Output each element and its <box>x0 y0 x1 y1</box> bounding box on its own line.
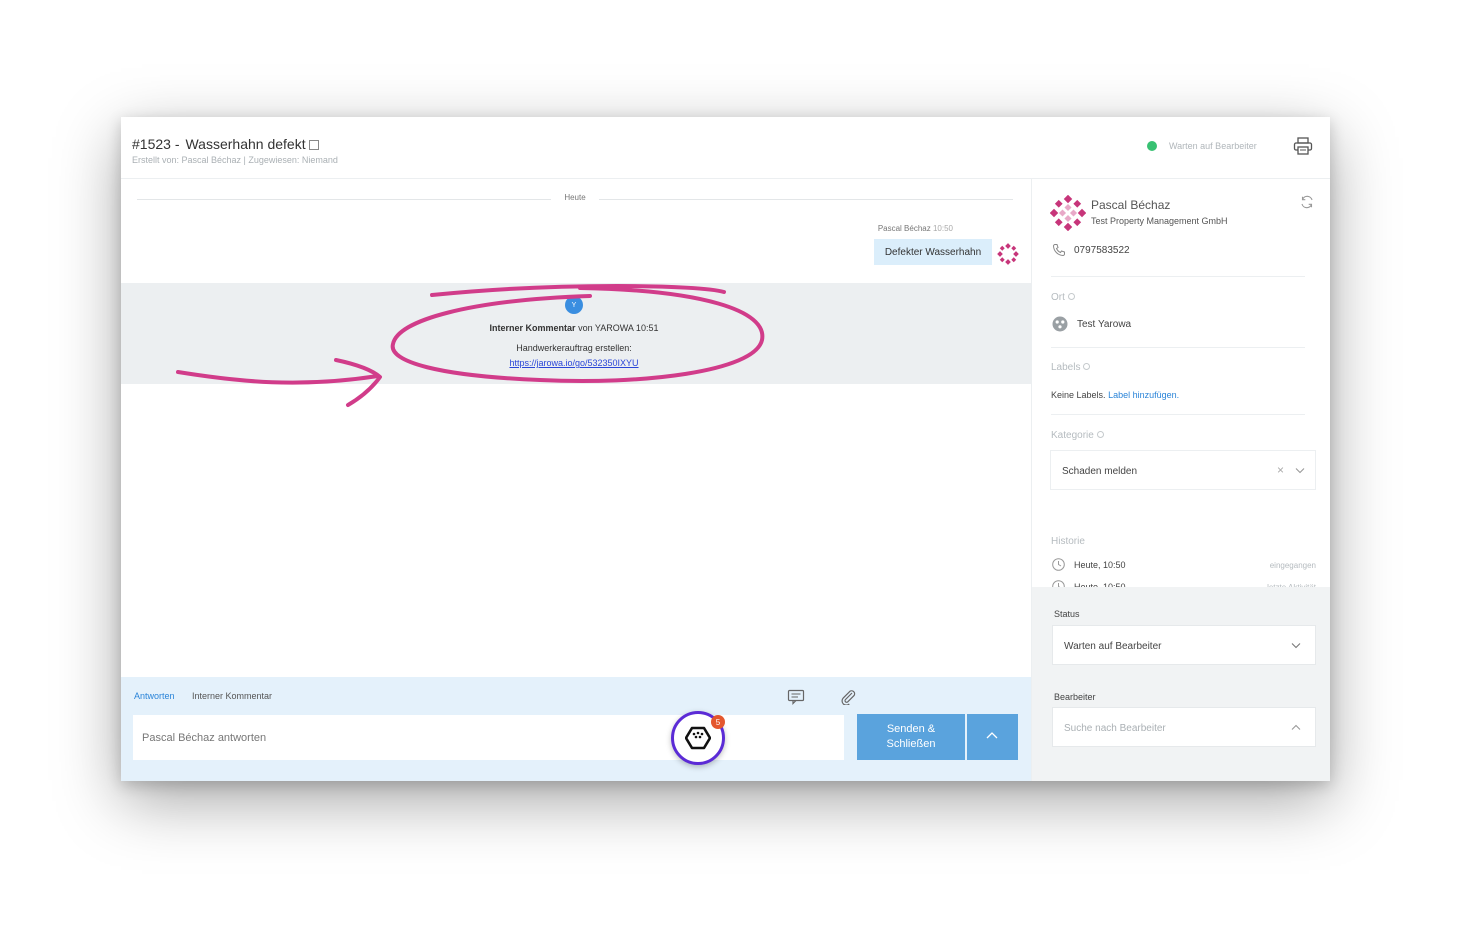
clock-icon <box>1052 558 1065 571</box>
notification-badge: 5 <box>711 715 725 729</box>
status-select-value: Warten auf Bearbeiter <box>1064 641 1162 652</box>
bearbeiter-field-label: Bearbeiter <box>1054 692 1096 702</box>
day-divider-label: Heute <box>551 193 599 202</box>
info-icon[interactable] <box>1067 293 1075 300</box>
history-time: Heute, 10:50 <box>1074 560 1126 570</box>
reply-composer: Antworten Interner Kommentar Senden & Sc… <box>121 677 1031 781</box>
info-icon[interactable] <box>1096 431 1104 438</box>
internal-comment-label: Interner Kommentar <box>489 323 576 333</box>
status-select[interactable]: Warten auf Bearbeiter <box>1052 625 1316 665</box>
historie-section-label: Historie <box>1051 536 1085 547</box>
message-time: 10:50 <box>932 224 953 233</box>
tab-internal-comment[interactable]: Interner Kommentar <box>192 691 272 701</box>
message-meta: Pascal Béchaz 10:50 <box>821 224 953 233</box>
contact-logo-icon <box>1050 195 1086 231</box>
bearbeiter-select[interactable]: Suche nach Bearbeiter <box>1052 707 1316 747</box>
conversation-panel[interactable]: Heute Pascal Béchaz 10:50 Defekter Wasse… <box>121 179 1031 677</box>
ticket-sidebar: Pascal Béchaz Test Property Management G… <box>1031 179 1330 781</box>
kategorie-select[interactable]: Schaden melden × <box>1050 450 1316 490</box>
work-order-link[interactable]: https://jarowa.io/go/532350IXYU <box>371 358 777 368</box>
internal-comment-header: Interner Kommentar von YAROWA 10:51 <box>371 323 777 333</box>
chevron-up-icon <box>986 732 998 739</box>
kategorie-label: Kategorie <box>1051 430 1094 441</box>
refresh-icon[interactable] <box>1300 195 1314 209</box>
yarowa-bot-icon <box>685 726 711 750</box>
ticket-title-text: Wasserhahn defekt <box>185 136 306 152</box>
status-dot-icon <box>1147 141 1157 151</box>
phone-icon <box>1052 244 1065 257</box>
send-and-close-button[interactable]: Senden & Schließen <box>857 714 965 760</box>
chevron-down-icon <box>1291 643 1301 649</box>
ort-section-label: Ort <box>1051 292 1075 303</box>
labels-label: Labels <box>1051 362 1081 373</box>
canned-response-icon[interactable] <box>787 689 805 705</box>
labels-value: Keine Labels. Label hinzufügen. <box>1051 390 1179 400</box>
printer-icon[interactable] <box>1293 137 1313 155</box>
yarowa-avatar: Y <box>565 296 583 314</box>
section-divider <box>1051 414 1305 415</box>
status-indicator: Warten auf Bearbeiter <box>1147 141 1257 151</box>
location-avatar-icon <box>1052 316 1068 332</box>
chevron-down-icon <box>1295 468 1305 474</box>
internal-comment: Y Interner Kommentar von YAROWA 10:51 Ha… <box>121 283 1031 384</box>
ticket-title: #1523 - Wasserhahn defekt <box>132 136 319 152</box>
paperclip-icon[interactable] <box>839 689 857 705</box>
internal-comment-by: von YAROWA 10:51 <box>578 323 659 333</box>
labels-empty-text: Keine Labels. <box>1051 390 1106 400</box>
clear-icon[interactable]: × <box>1277 463 1284 477</box>
kategorie-value: Schaden melden <box>1062 466 1138 477</box>
message-author: Pascal Béchaz <box>877 224 931 233</box>
chevron-up-icon <box>1291 724 1301 730</box>
ticket-header: #1523 - Wasserhahn defekt Erstellt von: P… <box>121 117 1330 179</box>
message-bubble: Defekter Wasserhahn <box>874 239 992 265</box>
ticket-meta: Erstellt von: Pascal Béchaz | Zugewiesen… <box>132 155 338 165</box>
edit-icon[interactable] <box>308 140 319 150</box>
info-icon[interactable] <box>1083 363 1091 370</box>
tab-reply[interactable]: Antworten <box>134 691 175 701</box>
reply-input[interactable] <box>133 715 844 760</box>
ort-value[interactable]: Test Yarowa <box>1077 319 1131 330</box>
screenshot-stage: #1523 - Wasserhahn defekt Erstellt von: P… <box>0 0 1476 926</box>
ticket-number: #1523 - <box>132 136 180 152</box>
ticket-window: #1523 - Wasserhahn defekt Erstellt von: P… <box>121 117 1330 781</box>
labels-section-label: Labels <box>1051 362 1091 373</box>
history-note: eingegangen <box>1269 561 1316 570</box>
kategorie-section-label: Kategorie <box>1051 430 1104 441</box>
add-label-link[interactable]: Label hinzufügen. <box>1108 390 1179 400</box>
contact-avatar-icon <box>997 243 1019 265</box>
send-and-close-label: Senden & Schließen <box>886 723 936 750</box>
status-field-label: Status <box>1054 609 1080 619</box>
contact-phone[interactable]: 0797583522 <box>1074 245 1130 256</box>
bearbeiter-placeholder: Suche nach Bearbeiter <box>1064 723 1166 734</box>
ort-label: Ort <box>1051 292 1065 303</box>
contact-name[interactable]: Pascal Béchaz <box>1091 198 1170 212</box>
internal-comment-body: Handwerkerauftrag erstellen: <box>516 343 632 353</box>
ticket-properties-panel: Status Warten auf Bearbeiter Bearbeiter … <box>1032 587 1330 781</box>
historie-label: Historie <box>1051 536 1085 547</box>
section-divider <box>1051 347 1305 348</box>
status-text: Warten auf Bearbeiter <box>1169 141 1257 151</box>
section-divider <box>1051 276 1305 277</box>
contact-company: Test Property Management GmbH <box>1091 216 1228 226</box>
send-options-button[interactable] <box>967 714 1018 760</box>
